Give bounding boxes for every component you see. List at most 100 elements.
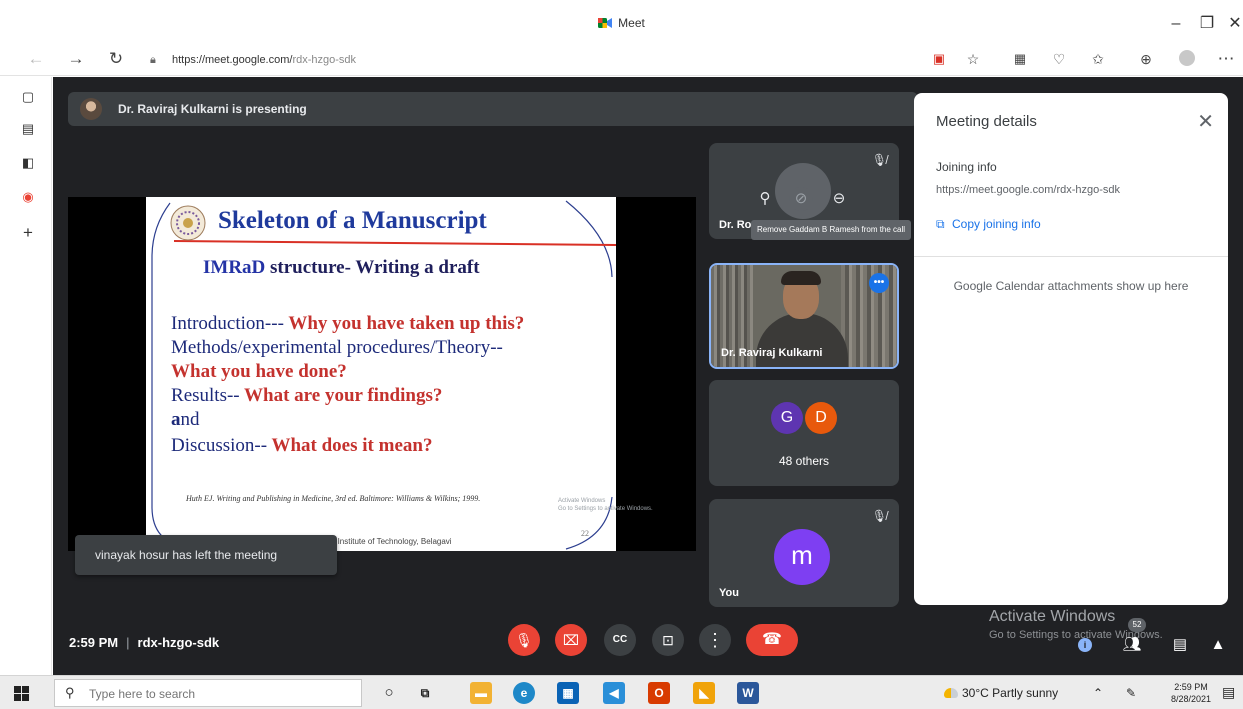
extension-icon[interactable]: ▦ [1009, 48, 1031, 70]
line-4-text: esults-- [183, 385, 240, 406]
presentation-area: Skeleton of a Manuscript IMRaD structure… [68, 197, 696, 551]
line-6-text: iscussion-- [184, 435, 268, 456]
mic-off-icon: 🎙︎̸ [871, 509, 887, 523]
slide-line-4: Results-- What are your findings? [171, 385, 442, 407]
screen: Meet – ❐ ✕ ← → ↻ 🔒︎ https://meet.google.c… [0, 0, 1243, 709]
line-5-lead: a [171, 409, 181, 430]
sticky-app-icon[interactable]: ◣ [693, 682, 715, 704]
slide-watermark-line-1: Activate Windows [558, 498, 606, 504]
tab-1-icon[interactable]: ▤ [20, 121, 36, 137]
app-icon[interactable]: ◀ [603, 682, 625, 704]
recording-tab-icon[interactable]: ◉ [20, 189, 36, 205]
speaking-indicator-icon: ••• [869, 273, 889, 293]
camera-off-icon: ⌧ [562, 632, 580, 648]
office-icon[interactable]: O [648, 682, 670, 704]
profile-avatar-icon[interactable] [1176, 48, 1198, 70]
collections-icon[interactable]: ⊕ [1135, 48, 1157, 70]
forward-arrow-icon[interactable]: → [65, 48, 87, 70]
cortana-icon[interactable]: ○ [378, 682, 400, 704]
participant-count-badge: 52 [1128, 618, 1146, 632]
copy-joining-info-button[interactable]: ⧉ Copy joining info [936, 217, 1041, 232]
pen-icon[interactable]: ✎ [1126, 686, 1136, 700]
people-icon[interactable]: 👥︎ [1121, 634, 1143, 656]
tab-actions-icon[interactable]: ▢ [20, 89, 36, 105]
search-icon: ⚲ [65, 685, 75, 700]
taskbar-date: 8/28/2021 [1170, 694, 1212, 704]
mute-participant-icon[interactable]: ⊘ [789, 187, 813, 211]
present-button[interactable]: ⊡ [652, 624, 684, 656]
remove-participant-icon[interactable]: ⊖ [827, 187, 851, 211]
url-field[interactable]: 🔒︎ https://meet.google.com/rdx-hzgo-sdk [150, 49, 910, 71]
joining-link: https://meet.google.com/rdx-hzgo-sdk [936, 184, 1121, 196]
left-meeting-toast: vinayak hosur has left the meeting [75, 535, 337, 575]
joining-info-label: Joining info [936, 160, 997, 174]
tray-chevron-icon[interactable]: ⌃ [1093, 686, 1103, 700]
file-explorer-icon[interactable]: ▬ [470, 682, 492, 704]
meeting-clock: 2:59 PM | rdx-hzgo-sdk [69, 635, 219, 650]
weather-widget[interactable]: 30°C Partly sunny [944, 686, 1058, 700]
close-window-button[interactable]: ✕ [1220, 12, 1243, 36]
task-view-icon[interactable]: ⧉ [414, 682, 436, 704]
avatar-d: D [805, 402, 837, 434]
activities-icon[interactable]: ▲ [1207, 634, 1229, 656]
chat-icon[interactable]: ▤ [1169, 634, 1191, 656]
new-tab-icon[interactable]: + [20, 224, 36, 241]
refresh-icon[interactable]: ↻ [105, 48, 127, 70]
captions-button[interactable]: CC [604, 624, 636, 656]
slide-line-1: Introduction--- Why you have taken up th… [171, 313, 524, 335]
windows-taskbar: ⚲ ○ ⧉ ▬ e ▦ ◀ O ◣ W 30°C Partly sunny ⌃ … [0, 675, 1243, 709]
info-icon[interactable]: i [1078, 638, 1092, 652]
taskbar-time: 2:59 PM [1174, 682, 1208, 692]
minimize-button[interactable]: – [1161, 12, 1191, 36]
participant-tile-2[interactable]: ••• Dr. Raviraj Kulkarni [709, 263, 899, 369]
line-2-text: ethods/experimental procedures/Theory-- [187, 337, 503, 358]
slide-title: Skeleton of a Manuscript [218, 207, 487, 234]
line-1-text: ntroduction--- [177, 313, 284, 334]
tab-title: Meet [618, 16, 645, 30]
slide-watermark: Activate Windows Go to Settings to activa… [558, 497, 653, 513]
camera-toggle-button[interactable]: ⌧ [555, 624, 587, 656]
toast-text: vinayak hosur has left the meeting [95, 548, 278, 562]
lock-icon: 🔒︎ [150, 54, 156, 66]
browser-essentials-icon[interactable]: ♡ [1048, 48, 1070, 70]
add-favorite-icon[interactable]: ☆ [962, 48, 984, 70]
line-6-question: What does it mean? [267, 435, 433, 456]
taskbar-search[interactable]: ⚲ [54, 679, 362, 707]
present-icon: ⊡ [662, 632, 674, 648]
line-4-question: What are your findings? [239, 385, 443, 406]
self-tile[interactable]: 🎙︎̸ m You [709, 499, 899, 607]
word-icon[interactable]: W [737, 682, 759, 704]
end-call-button[interactable]: ☎ [746, 624, 798, 656]
edge-browser-icon[interactable]: e [513, 682, 535, 704]
self-avatar: m [774, 529, 830, 585]
close-icon[interactable]: ✕ [1197, 109, 1214, 134]
activate-windows-title: Activate Windows [989, 608, 1116, 625]
windows-start-icon[interactable] [0, 676, 48, 709]
tab-2-icon[interactable]: ◧ [20, 155, 36, 171]
taskbar-clock[interactable]: 2:59 PM 8/28/2021 [1168, 681, 1214, 705]
calendar-note: Google Calendar attachments show up here [953, 279, 1189, 293]
slide-line-2: Methods/experimental procedures/Theory-- [171, 337, 503, 359]
notifications-icon[interactable]: ▤ [1222, 684, 1235, 701]
more-options-button[interactable]: ⋮ [699, 624, 731, 656]
subtitle-rest: structure- Writing a draft [265, 257, 480, 278]
camera-blocked-icon[interactable]: ▣ [928, 48, 950, 70]
mic-off-icon: 🎙︎ [515, 632, 533, 648]
more-menu-icon[interactable]: ⋯ [1215, 48, 1237, 70]
mic-toggle-button[interactable]: 🎙︎ [508, 624, 540, 656]
meeting-details-panel: Meeting details ✕ Joining info https://m… [914, 93, 1228, 605]
presenting-text: Dr. Raviraj Kulkarni is presenting [118, 102, 307, 116]
search-input[interactable] [89, 685, 349, 703]
store-icon[interactable]: ▦ [557, 682, 579, 704]
meet-logo-icon [598, 18, 613, 28]
weather-text: 30°C Partly sunny [962, 686, 1059, 700]
back-arrow-icon[interactable]: ← [25, 48, 47, 70]
favorites-icon[interactable]: ✩ [1087, 48, 1109, 70]
copy-joining-label: Copy joining info [952, 217, 1041, 231]
restore-button[interactable]: ❐ [1192, 12, 1222, 36]
others-tile[interactable]: G D 48 others [709, 380, 899, 486]
pin-icon[interactable]: ⚲ [753, 187, 777, 211]
slide-page-number: 22 [581, 529, 589, 538]
slide-subtitle: IMRaD structure- Writing a draft [203, 257, 480, 279]
panel-title: Meeting details [936, 113, 1037, 130]
